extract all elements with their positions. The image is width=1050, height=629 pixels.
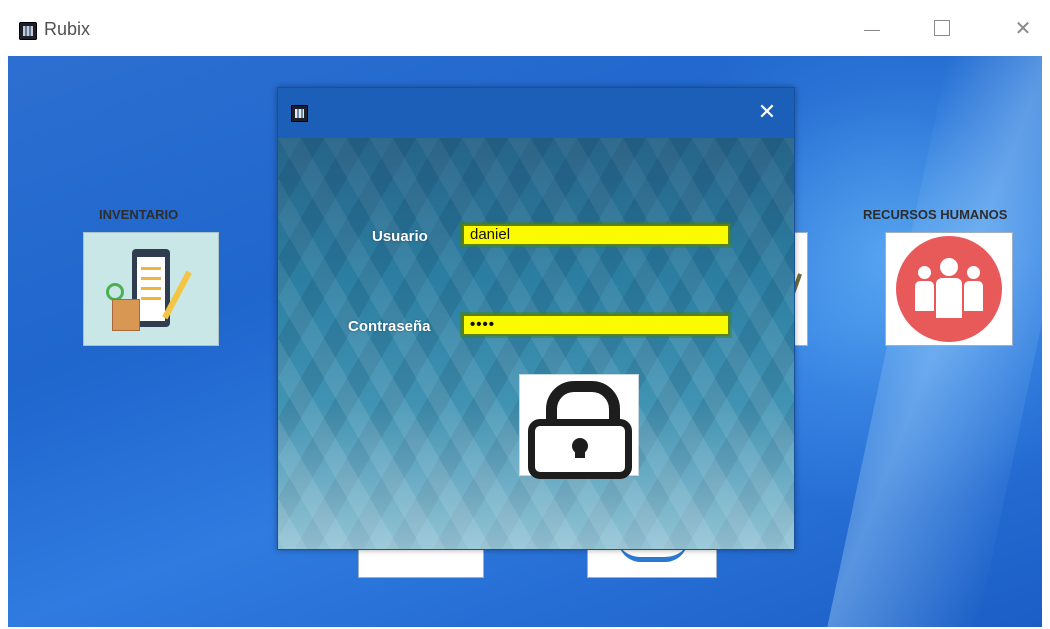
inventario-button[interactable]: [83, 232, 219, 346]
minimize-button[interactable]: [858, 14, 886, 42]
password-input[interactable]: ••••: [462, 314, 730, 336]
password-label: Contraseña: [348, 318, 431, 335]
close-icon: ✕: [757, 100, 777, 125]
dialog-body: Usuario daniel Contraseña ••••: [278, 138, 794, 549]
username-input[interactable]: daniel: [462, 224, 730, 246]
rubix-app-icon: [19, 22, 37, 40]
maximize-button[interactable]: [928, 14, 956, 42]
login-dialog: ✕ Usuario daniel Contraseña ••••: [277, 87, 795, 550]
window-titlebar: Rubix ✕: [0, 0, 1050, 56]
module-label-recursos-humanos: RECURSOS HUMANOS: [863, 207, 1008, 222]
window-title: Rubix: [44, 19, 91, 39]
login-button[interactable]: [519, 374, 639, 479]
close-button[interactable]: ✕: [1009, 14, 1037, 42]
dialog-close-button[interactable]: ✕: [752, 98, 782, 128]
hidden-module-tile-2[interactable]: [587, 548, 717, 578]
dialog-app-icon: [291, 105, 308, 122]
module-label-inventario: INVENTARIO: [99, 207, 179, 222]
username-label: Usuario: [372, 228, 428, 245]
dialog-titlebar: ✕: [278, 88, 794, 138]
recursos-humanos-button[interactable]: [885, 232, 1013, 346]
hidden-module-tile-1[interactable]: [358, 548, 484, 578]
people-group-icon: [886, 233, 1012, 345]
close-icon: ✕: [1014, 16, 1032, 40]
